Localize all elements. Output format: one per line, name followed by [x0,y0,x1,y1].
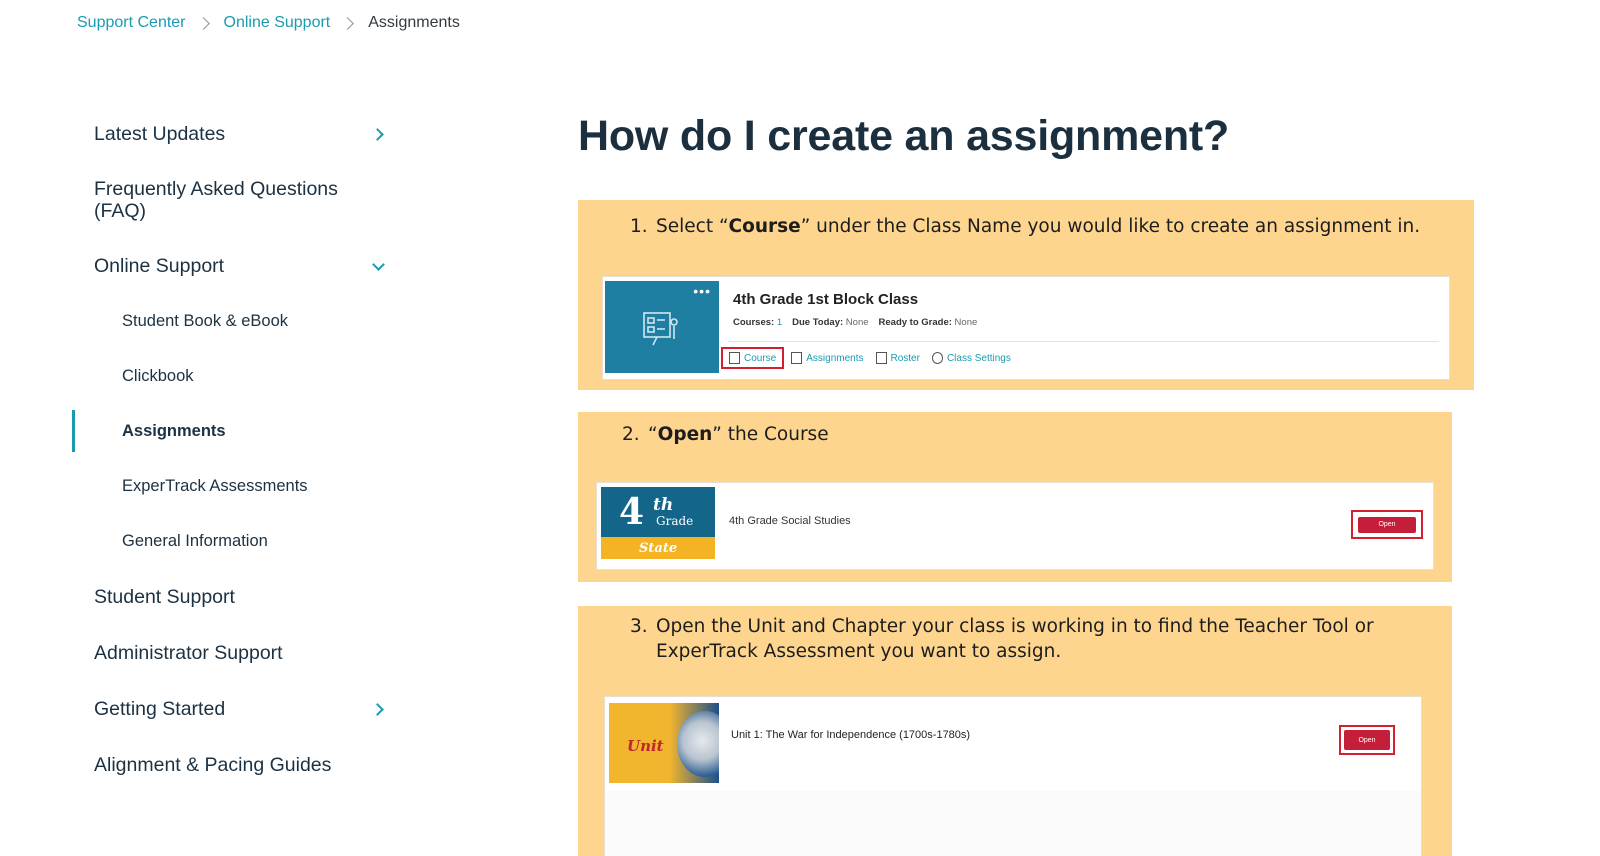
class-card: ••• 4th Grade 1st Block Class Courses: 1… [602,276,1450,380]
sidebar-item-label: Frequently Asked Questions (FAQ) [94,178,338,222]
gear-icon [931,352,943,364]
step-1-text: 1. Select “Course” under the Class Name y… [630,216,1421,237]
sidebar-subitem-student-book[interactable]: Student Book & eBook [72,294,402,349]
sidebar-item-label: Getting Started [94,697,226,720]
chevron-right-icon [341,16,355,30]
open-highlight: Open [1339,725,1395,755]
course-thumbnail: 4 th Grade State [601,487,715,559]
sidebar-item-administrator-support[interactable]: Administrator Support [72,625,402,681]
sidebar-item-latest-updates[interactable]: Latest Updates [72,106,402,162]
sidebar-subitem-general-information[interactable]: General Information [72,514,402,569]
book-icon [729,352,740,364]
sidebar-subitem-label: Clickbook [122,367,194,385]
step-2-image: 2. “Open” the Course 4 th Grade State 4th… [578,412,1452,582]
sidebar-subitem-assignments[interactable]: Assignments [72,404,402,459]
sidebar-subitem-expertrack[interactable]: ExperTrack Assessments [72,459,402,514]
course-card: 4 th Grade State 4th Grade Social Studie… [596,482,1434,570]
assignments-link[interactable]: Assignments [786,348,868,368]
breadcrumb-support-center[interactable]: Support Center [77,14,186,32]
sidebar-item-getting-started[interactable]: Getting Started [72,681,402,737]
page-title: How do I create an assignment? [578,112,1230,160]
sidebar-item-online-support[interactable]: Online Support [72,238,402,294]
globe-icon [677,711,719,777]
class-settings-link[interactable]: Class Settings [927,348,1016,368]
sidebar-item-student-support[interactable]: Student Support [72,569,402,625]
more-icon: ••• [693,283,711,299]
sidebar-item-label: Administrator Support [94,641,283,664]
sidebar-subitem-label: Student Book & eBook [122,312,289,330]
class-meta: Courses: 1 Due Today: None Ready to Grad… [733,317,978,328]
breadcrumb-current: Assignments [368,14,460,31]
sidebar-subitem-clickbook[interactable]: Clickbook [72,349,402,404]
class-thumbnail: ••• [605,281,719,373]
course-name: 4th Grade Social Studies [729,515,851,527]
step-2-text: 2. “Open” the Course [622,424,829,445]
unit-name: Unit 1: The War for Independence (1700s-… [731,729,971,741]
step-3-text: 3. Open the Unit and Chapter your class i… [630,616,1374,662]
sidebar-item-faq[interactable]: Frequently Asked Questions (FAQ) [72,162,402,238]
sidebar-item-label: Student Support [94,585,235,608]
chevron-right-icon[interactable] [371,127,384,141]
sidebar-subitem-label: General Information [122,532,268,550]
step-1-image: 1. Select “Course” under the Class Name y… [578,200,1474,390]
unit-card: Unit Unit 1: The War for Independence (1… [604,696,1422,856]
breadcrumb-online-support[interactable]: Online Support [224,14,331,32]
roster-icon [875,352,887,364]
class-links: Course Assignments Roster Class Settings [721,347,1018,369]
calendar-icon [791,352,803,364]
class-name: 4th Grade 1st Block Class [733,291,919,308]
presentation-board-icon [643,312,678,346]
open-button[interactable]: Open [1344,730,1390,750]
sidebar-item-label: Online Support [94,254,225,277]
open-highlight: Open [1351,510,1423,539]
sidebar-item-alignment-pacing[interactable]: Alignment & Pacing Guides [72,737,402,793]
breadcrumb: Support Center Online Support Assignment… [77,14,460,32]
chevron-right-icon [196,16,210,30]
course-link[interactable]: Course [721,347,785,369]
chevron-down-icon[interactable] [372,258,385,271]
sidebar-subitem-label: ExperTrack Assessments [122,477,308,495]
chevron-right-icon[interactable] [371,702,384,716]
open-button[interactable]: Open [1358,516,1416,533]
step-3-image: 3. Open the Unit and Chapter your class i… [578,606,1452,856]
roster-link[interactable]: Roster [871,348,925,368]
unit-thumbnail: Unit [609,703,719,783]
divider [728,341,1439,342]
sidebar-subitem-label: Assignments [122,422,226,440]
sidebar-item-label: Alignment & Pacing Guides [94,753,332,776]
sidebar-nav: Latest Updates Frequently Asked Question… [72,106,402,793]
sidebar-item-label: Latest Updates [94,122,226,145]
